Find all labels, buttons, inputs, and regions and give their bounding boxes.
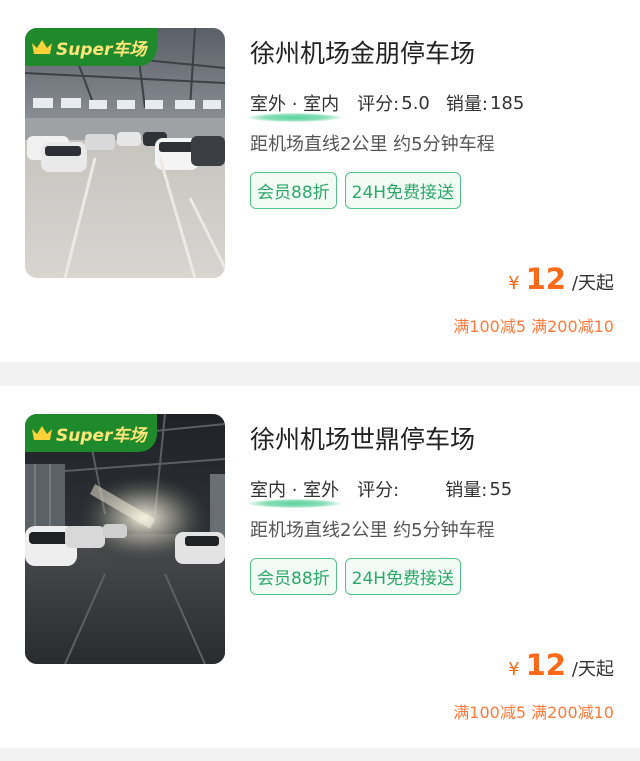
- parking-meta: 室外 · 室内 评分: 5.0 销量: 185: [248, 90, 525, 122]
- currency-symbol: ¥: [508, 659, 520, 680]
- price-unit: /天起: [571, 659, 614, 680]
- price-unit: /天起: [571, 273, 614, 294]
- member-discount-tag: 会员88折: [250, 172, 337, 209]
- member-discount-tag: 会员88折: [250, 558, 337, 595]
- parking-card[interactable]: Super车场 徐州机场金朋停车场 室外 · 室内 评分: 5.0 销量: 18…: [0, 0, 640, 362]
- parking-type-text: 室外 · 室内: [250, 94, 340, 115]
- rating-label: 评分:: [357, 480, 400, 501]
- shuttle-tag: 24H免费接送: [344, 558, 462, 595]
- benefit-tags: 会员88折 24H免费接送: [250, 172, 462, 209]
- parking-type: 室内 · 室外: [248, 476, 342, 508]
- crown-icon: [32, 40, 52, 54]
- price-amount: 12: [525, 648, 566, 682]
- sales-value: 185: [489, 92, 525, 114]
- parking-photo[interactable]: Super车场: [25, 28, 225, 278]
- parking-photo[interactable]: Super车场: [25, 414, 225, 664]
- parking-meta: 室内 · 室外 评分: 销量: 55: [248, 476, 513, 508]
- distance-text: 距机场直线2公里 约5分钟车程: [250, 134, 495, 155]
- sales-label: 销量:: [445, 480, 488, 501]
- price: ¥ 12 /天起: [508, 262, 614, 296]
- parking-title[interactable]: 徐州机场金朋停车场: [250, 34, 475, 70]
- promo-text: 满100减5 满200减10: [453, 703, 614, 722]
- parking-type: 室外 · 室内: [248, 90, 342, 122]
- crown-icon: [32, 426, 52, 440]
- badge-text: Super车场: [56, 39, 147, 60]
- rating-label: 评分:: [357, 94, 400, 115]
- super-badge: Super车场: [25, 28, 157, 66]
- parking-list: Super车场 徐州机场金朋停车场 室外 · 室内 评分: 5.0 销量: 18…: [0, 0, 640, 748]
- parking-card[interactable]: Super车场 徐州机场世鼎停车场 室内 · 室外 评分: 销量: 55 距机场…: [0, 386, 640, 748]
- badge-text: Super车场: [56, 425, 147, 446]
- shuttle-tag: 24H免费接送: [344, 172, 462, 209]
- sales-value: 55: [489, 478, 513, 500]
- promo-text: 满100减5 满200减10: [453, 317, 614, 336]
- price-amount: 12: [525, 262, 566, 296]
- rating-value: 5.0: [401, 92, 430, 114]
- price: ¥ 12 /天起: [508, 648, 614, 682]
- super-badge: Super车场: [25, 414, 157, 452]
- parking-type-text: 室内 · 室外: [250, 480, 340, 501]
- benefit-tags: 会员88折 24H免费接送: [250, 558, 462, 595]
- currency-symbol: ¥: [508, 273, 520, 294]
- parking-title[interactable]: 徐州机场世鼎停车场: [250, 420, 475, 456]
- sales-label: 销量:: [445, 94, 488, 115]
- distance-text: 距机场直线2公里 约5分钟车程: [250, 520, 495, 541]
